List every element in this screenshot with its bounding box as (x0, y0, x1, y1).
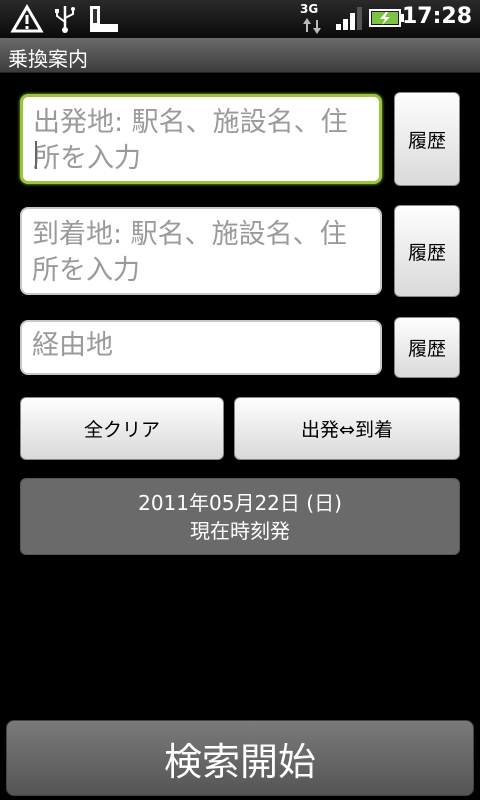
battery-charging-icon (369, 9, 404, 27)
swap-label: 出発⇔到着 (301, 419, 393, 441)
history-label: 履歴 (407, 338, 446, 360)
warning-icon (10, 4, 44, 33)
history-label: 履歴 (407, 241, 446, 264)
text-caret (35, 141, 37, 169)
via-history-button[interactable]: 履歴 (394, 317, 460, 378)
network-3g-icon: 3G (300, 2, 324, 36)
arrival-input[interactable]: 到着地: 駅名、施設名、住所を入力 (20, 207, 382, 295)
swap-button[interactable]: 出発⇔到着 (234, 397, 460, 460)
search-label: 検索開始 (163, 739, 316, 784)
clear-all-button[interactable]: 全クリア (20, 397, 224, 460)
app-title: 乗換案内 (8, 47, 88, 71)
departure-placeholder: 出発地: 駅名、施設名、住所を入力 (33, 107, 348, 174)
via-input[interactable]: 経由地 (20, 320, 382, 375)
usb-icon (55, 6, 75, 33)
datetime-button[interactable]: 2011年05月22日 (日) 現在時刻発 (20, 478, 460, 555)
clock: 17:28 (401, 4, 472, 29)
arrival-placeholder: 到着地: 駅名、施設名、住所を入力 (32, 219, 347, 286)
time-mode-text: 現在時刻発 (190, 519, 290, 543)
history-label: 履歴 (407, 129, 446, 152)
search-button[interactable]: 検索開始 (6, 720, 474, 796)
status-bar: 3G 17:28 (0, 0, 480, 38)
via-placeholder: 経由地 (32, 330, 113, 361)
clear-all-label: 全クリア (83, 419, 160, 441)
arrival-history-button[interactable]: 履歴 (394, 205, 460, 297)
title-bar: 乗換案内 (0, 38, 480, 73)
sd-card-icon (90, 6, 118, 32)
departure-input[interactable]: 出発地: 駅名、施設名、住所を入力 (20, 94, 382, 184)
departure-history-button[interactable]: 履歴 (394, 92, 460, 186)
date-text: 2011年05月22日 (日) (138, 491, 342, 515)
signal-strength-icon (336, 7, 362, 30)
